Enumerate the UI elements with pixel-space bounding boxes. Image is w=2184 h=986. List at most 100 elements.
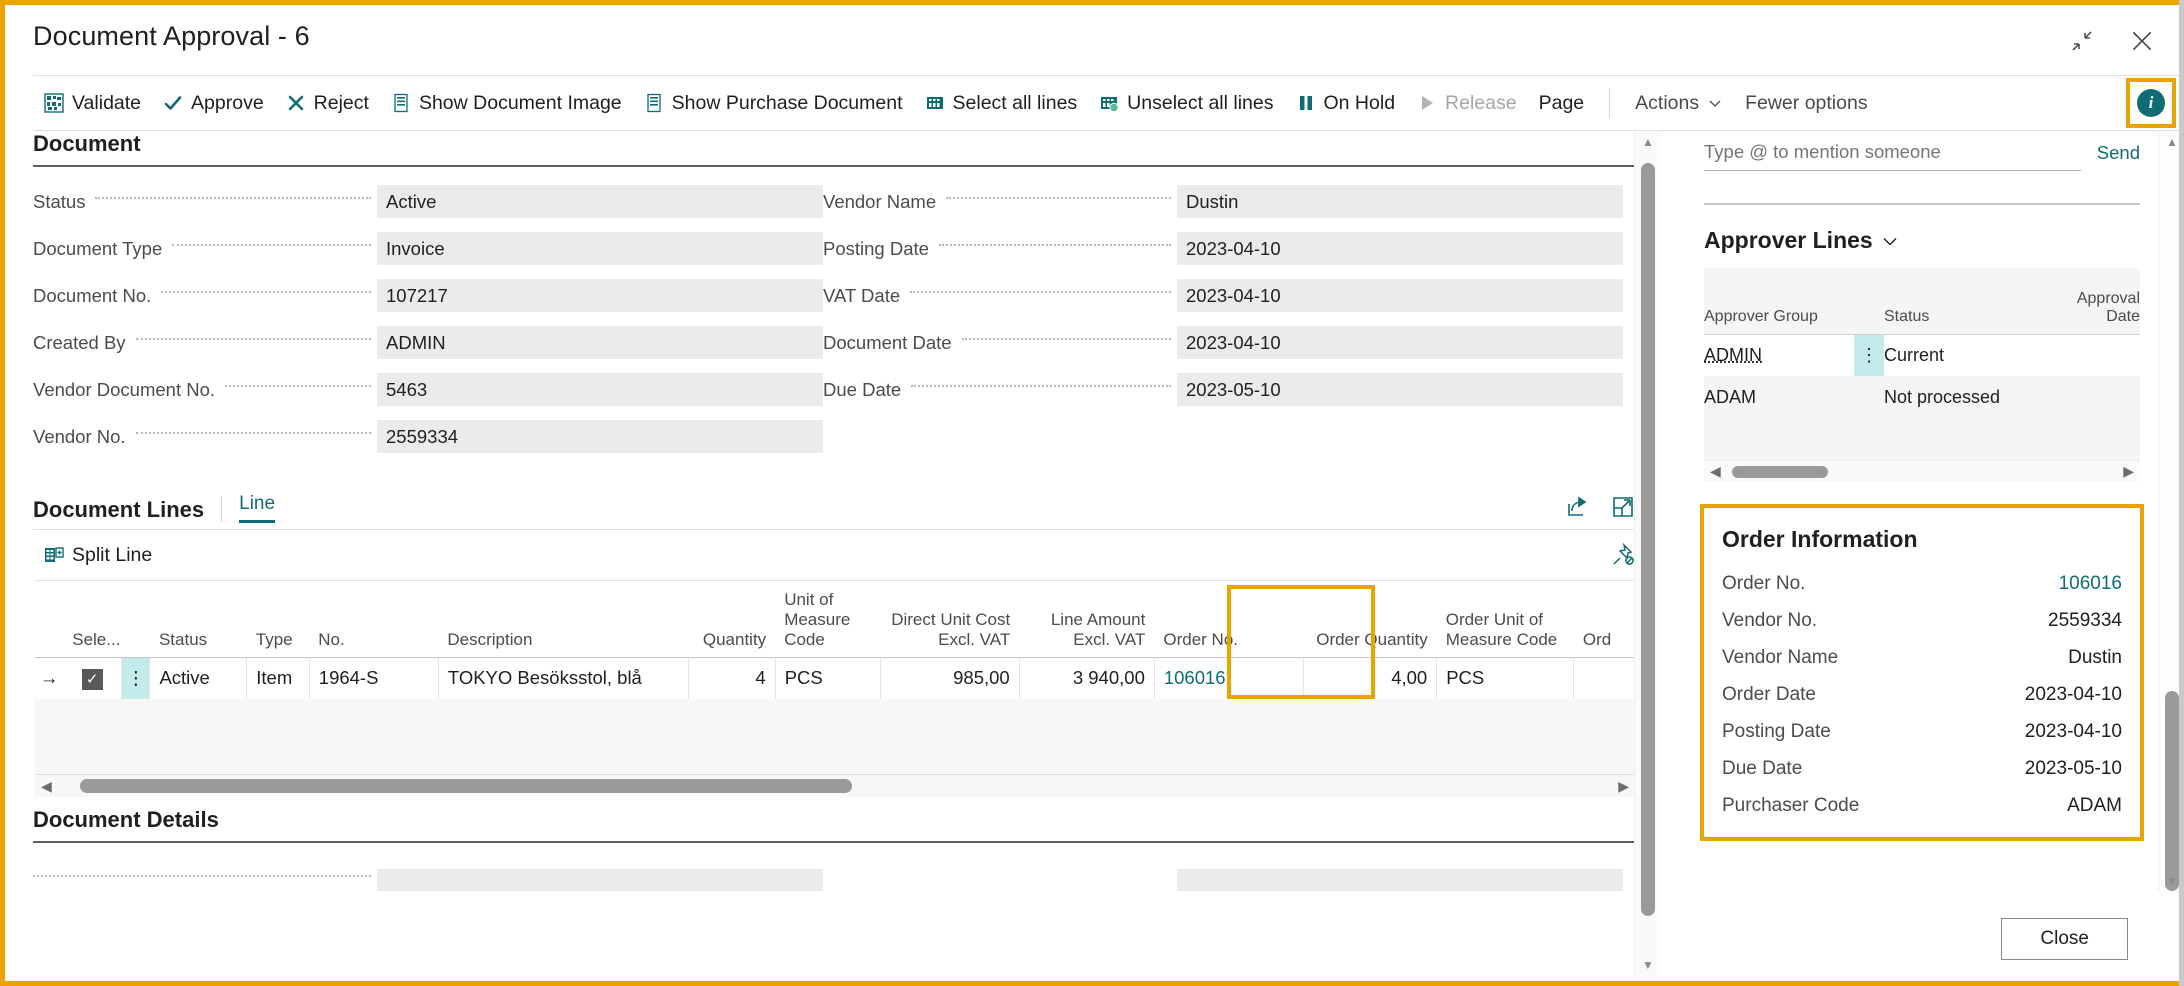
cell-order-unit-of-measure-code[interactable]: PCS [1436,657,1575,699]
col-status[interactable]: Status [149,581,247,658]
order-info-value-link[interactable]: 106016 [2059,573,2122,595]
col-line-amount[interactable]: Line Amount Excl. VAT [1019,581,1155,658]
scroll-left-icon[interactable]: ◀ [1704,463,1727,480]
scroll-thumb[interactable] [1732,465,1828,478]
approver-group-cell[interactable]: ADAM [1704,376,1854,418]
col-order-no[interactable]: Order No. [1154,581,1304,658]
unpin-icon[interactable] [1611,543,1635,567]
reject-button[interactable]: Reject [275,83,380,123]
approver-horizontal-scrollbar[interactable]: ◀ ▶ [1704,460,2140,482]
actions-label: Actions [1635,91,1700,114]
order-info-value: Dustin [2068,647,2122,668]
field-vendor-document-no-value[interactable]: 5463 [377,373,823,406]
unselect-all-lines-button[interactable]: Unselect all lines [1088,83,1284,123]
field-vendor-no-value[interactable]: 2559334 [377,420,823,453]
cell-no[interactable]: 1964-S [309,657,439,699]
table-row[interactable]: → ✓ ⋮ Active Item 1964-S TOKYO Besökssto… [35,657,1635,699]
col-no[interactable]: No. [309,581,439,658]
approver-lines-heading[interactable]: Approver Lines [1704,227,2158,254]
select-all-lines-button[interactable]: Select all lines [914,83,1089,123]
scroll-thumb[interactable] [1641,163,1655,916]
command-bar: Validate Approve Reject Show Document Im… [33,75,2184,131]
validate-button[interactable]: Validate [33,83,152,123]
cell-type[interactable]: Item [246,657,310,699]
details-field-value[interactable] [377,868,823,891]
cell-order-no[interactable]: 106016 [1154,657,1305,699]
cell-status[interactable]: Active [149,657,248,699]
col-approver-group[interactable]: Approver Group [1704,268,1854,335]
col-order-quantity[interactable]: Order Quantity [1303,581,1437,658]
scroll-up-icon[interactable]: ▲ [1635,131,1660,153]
col-unit-of-measure-code[interactable]: Unit of Measure Code [775,581,881,658]
show-purchase-document-button[interactable]: Show Purchase Document [633,83,914,123]
cell-line-amount[interactable]: 3 940,00 [1019,657,1155,699]
scroll-left-icon[interactable]: ◀ [35,778,58,795]
send-button[interactable]: Send [2097,142,2140,171]
on-hold-button[interactable]: On Hold [1285,83,1407,123]
scroll-thumb[interactable] [79,779,852,793]
document-details-heading: Document Details [33,807,219,832]
cell-direct-unit-cost[interactable]: 985,00 [880,657,1020,699]
approver-group-link[interactable]: ADMIN [1704,345,1762,365]
main-vertical-scrollbar[interactable]: ▲ ▼ [1634,131,1660,976]
approver-group-cell[interactable]: ADMIN [1704,334,1854,376]
col-status[interactable]: Status [1884,268,2054,335]
lines-horizontal-scrollbar[interactable]: ◀ ▶ [35,775,1635,797]
field-document-type: Document Type Invoice [33,232,823,265]
field-due-date-value[interactable]: 2023-05-10 [1177,373,1623,406]
details-field-value[interactable] [1177,868,1623,891]
unselect-all-lines-label: Unselect all lines [1127,91,1274,114]
approver-row[interactable]: ADAM Not processed [1704,376,2140,418]
scroll-track[interactable] [58,779,1612,793]
field-document-date-value[interactable]: 2023-04-10 [1177,326,1623,359]
cell-unit-of-measure-code[interactable]: PCS [775,657,881,699]
info-button[interactable]: i [2126,78,2176,128]
cell-description[interactable]: TOKYO Besöksstol, blå [438,657,689,699]
cell-quantity[interactable]: 4 [688,657,776,699]
scroll-thumb[interactable] [2165,691,2179,891]
mention-input[interactable] [1704,141,2081,171]
cell-order-no-link[interactable]: 106016 [1164,667,1226,688]
col-order-unit-of-measure-code[interactable]: Order Unit of Measure Code [1436,581,1574,658]
order-info-value: 2559334 [2048,610,2122,631]
open-in-new-window-icon[interactable] [1611,495,1635,519]
approver-row-current[interactable]: ADMIN ⋮ Current [1704,334,2140,376]
share-icon[interactable] [1565,495,1589,519]
order-info-label: Purchaser Code [1722,795,1860,816]
field-created-by-value[interactable]: ADMIN [377,326,823,359]
cell-order-quantity[interactable]: 4,00 [1303,657,1438,699]
scroll-right-icon[interactable]: ▶ [2117,463,2140,480]
split-line-label: Split Line [72,543,153,566]
approve-button[interactable]: Approve [152,83,275,123]
field-vat-date-value[interactable]: 2023-04-10 [1177,279,1623,312]
row-menu-button[interactable]: ⋮ [121,657,151,699]
show-document-image-button[interactable]: Show Document Image [380,83,633,123]
col-quantity[interactable]: Quantity [688,581,776,658]
close-icon[interactable] [2122,21,2162,61]
page-button[interactable]: Page [1528,83,1596,123]
approver-row-menu-button[interactable]: ⋮ [1854,334,1884,376]
col-description[interactable]: Description [438,581,689,658]
details-left-column [10,863,823,910]
fewer-options-button[interactable]: Fewer options [1734,83,1878,123]
restore-down-icon[interactable] [2062,21,2102,61]
col-approval-date[interactable]: Approval Date [2054,268,2140,335]
field-vendor-name-value[interactable]: Dustin [1177,185,1623,218]
split-line-button[interactable]: Split Line [44,535,163,575]
col-ord-truncated[interactable]: Ord [1573,581,1635,658]
row-select-checkbox[interactable]: ✓ [63,657,123,699]
actions-menu-button[interactable]: Actions [1624,83,1734,123]
chevron-down-icon [1881,232,1899,250]
col-select[interactable]: Sele... [63,581,122,658]
field-posting-date-value[interactable]: 2023-04-10 [1177,232,1623,265]
close-button[interactable]: Close [2001,918,2128,960]
cell-ord[interactable] [1573,657,1635,699]
field-document-type-value[interactable]: Invoice [377,232,823,265]
field-document-no-value[interactable]: 107217 [377,279,823,312]
field-status-value[interactable]: Active [377,185,823,218]
scroll-right-icon[interactable]: ▶ [1612,778,1635,795]
scroll-down-icon[interactable]: ▼ [1635,954,1660,976]
col-direct-unit-cost[interactable]: Direct Unit Cost Excl. VAT [880,581,1020,658]
col-type[interactable]: Type [246,581,310,658]
tab-line[interactable]: Line [239,493,276,523]
